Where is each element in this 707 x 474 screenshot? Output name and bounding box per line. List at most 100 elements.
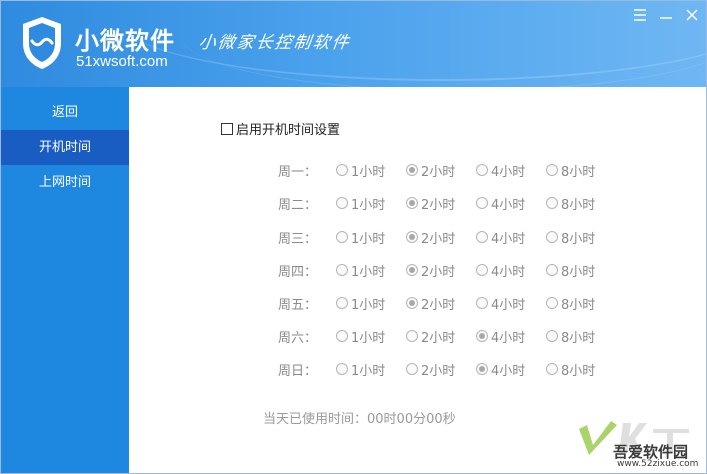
hour-option[interactable]: 4小时 bbox=[476, 360, 546, 379]
hour-option-label: 2小时 bbox=[421, 264, 456, 280]
sidebar-item-boot-time[interactable]: 开机时间 bbox=[1, 130, 129, 165]
day-row: 周一： 1小时 2小时 4小时 8小时 bbox=[278, 160, 616, 180]
hour-option[interactable]: 4小时 bbox=[476, 194, 546, 213]
hour-option-label: 4小时 bbox=[491, 231, 526, 247]
radio-button[interactable] bbox=[476, 197, 488, 209]
hour-option[interactable]: 4小时 bbox=[476, 294, 546, 313]
hour-option[interactable]: 2小时 bbox=[406, 161, 476, 180]
hour-option[interactable]: 2小时 bbox=[406, 228, 476, 247]
app-slogan: 小微家长控制软件 bbox=[197, 33, 353, 53]
radio-button[interactable] bbox=[406, 164, 418, 176]
day-row: 周四： 1小时 2小时 4小时 8小时 bbox=[278, 260, 616, 280]
radio-button[interactable] bbox=[336, 164, 348, 176]
hour-option-label: 2小时 bbox=[421, 197, 456, 213]
hour-option[interactable]: 1小时 bbox=[336, 294, 406, 313]
radio-button[interactable] bbox=[476, 164, 488, 176]
enable-label: 启用开机时间设置 bbox=[236, 123, 341, 138]
radio-button[interactable] bbox=[476, 330, 488, 342]
app-window: 小微软件 51xwsoft.com 小微家长控制软件 返回 开机时间 上网时间 … bbox=[0, 0, 707, 474]
hour-option-label: 4小时 bbox=[491, 197, 526, 213]
radio-button[interactable] bbox=[546, 330, 558, 342]
day-label: 周二： bbox=[278, 197, 318, 213]
hour-option[interactable]: 4小时 bbox=[476, 261, 546, 280]
hour-option[interactable]: 2小时 bbox=[406, 327, 476, 346]
sidebar-item-internet-time[interactable]: 上网时间 bbox=[1, 165, 129, 200]
enable-checkbox[interactable] bbox=[221, 122, 233, 135]
day-row: 周三： 1小时 2小时 4小时 8小时 bbox=[278, 227, 616, 247]
radio-button[interactable] bbox=[336, 330, 348, 342]
radio-button[interactable] bbox=[476, 297, 488, 309]
hour-option-label: 2小时 bbox=[421, 231, 456, 247]
hour-option-label: 8小时 bbox=[561, 330, 596, 346]
hour-option[interactable]: 4小时 bbox=[476, 161, 546, 180]
radio-button[interactable] bbox=[476, 231, 488, 243]
day-row: 周日： 1小时 2小时 4小时 8小时 bbox=[278, 359, 616, 379]
radio-button[interactable] bbox=[336, 297, 348, 309]
hour-option-label: 8小时 bbox=[561, 363, 596, 379]
hour-option-label: 8小时 bbox=[561, 231, 596, 247]
hour-option[interactable]: 1小时 bbox=[336, 194, 406, 213]
radio-button[interactable] bbox=[336, 231, 348, 243]
radio-button[interactable] bbox=[406, 363, 418, 375]
hour-option[interactable]: 8小时 bbox=[546, 327, 616, 346]
hour-option-label: 1小时 bbox=[351, 363, 386, 379]
radio-button[interactable] bbox=[546, 197, 558, 209]
radio-button[interactable] bbox=[476, 363, 488, 375]
hour-option-label: 1小时 bbox=[351, 297, 386, 313]
hour-option[interactable]: 2小时 bbox=[406, 261, 476, 280]
hour-option-label: 2小时 bbox=[421, 330, 456, 346]
day-label: 周四： bbox=[278, 264, 318, 280]
hour-option[interactable]: 8小时 bbox=[546, 294, 616, 313]
hour-option[interactable]: 1小时 bbox=[336, 161, 406, 180]
hour-option[interactable]: 1小时 bbox=[336, 360, 406, 379]
hour-option[interactable]: 2小时 bbox=[406, 294, 476, 313]
hour-option-label: 8小时 bbox=[561, 297, 596, 313]
radio-button[interactable] bbox=[406, 264, 418, 276]
hour-option-label: 1小时 bbox=[351, 197, 386, 213]
radio-button[interactable] bbox=[546, 363, 558, 375]
hour-option[interactable]: 8小时 bbox=[546, 261, 616, 280]
close-icon[interactable] bbox=[683, 6, 701, 24]
radio-button[interactable] bbox=[336, 264, 348, 276]
radio-button[interactable] bbox=[406, 231, 418, 243]
hour-option[interactable]: 8小时 bbox=[546, 228, 616, 247]
hour-option-label: 1小时 bbox=[351, 330, 386, 346]
radio-button[interactable] bbox=[336, 363, 348, 375]
hour-option[interactable]: 2小时 bbox=[406, 194, 476, 213]
hour-option-label: 4小时 bbox=[491, 164, 526, 180]
radio-button[interactable] bbox=[336, 197, 348, 209]
hour-option[interactable]: 8小时 bbox=[546, 360, 616, 379]
radio-button[interactable] bbox=[546, 297, 558, 309]
header-banner: 小微软件 51xwsoft.com 小微家长控制软件 bbox=[1, 1, 706, 87]
radio-button[interactable] bbox=[406, 330, 418, 342]
radio-button[interactable] bbox=[476, 264, 488, 276]
hour-option[interactable]: 8小时 bbox=[546, 161, 616, 180]
app-domain: 51xwsoft.com bbox=[76, 53, 168, 70]
enable-boot-time-setting[interactable]: 启用开机时间设置 bbox=[221, 119, 340, 138]
day-label: 周一： bbox=[278, 164, 318, 180]
radio-button[interactable] bbox=[406, 197, 418, 209]
menu-icon[interactable] bbox=[631, 6, 649, 24]
minimize-icon[interactable] bbox=[657, 6, 675, 24]
hour-option-label: 1小时 bbox=[351, 164, 386, 180]
hour-option-label: 2小时 bbox=[421, 164, 456, 180]
radio-button[interactable] bbox=[406, 297, 418, 309]
hour-option-label: 4小时 bbox=[491, 330, 526, 346]
radio-button[interactable] bbox=[546, 164, 558, 176]
used-time-status: 当天已使用时间：00时00分00秒 bbox=[263, 412, 456, 427]
radio-button[interactable] bbox=[546, 264, 558, 276]
radio-button[interactable] bbox=[546, 231, 558, 243]
hour-option[interactable]: 1小时 bbox=[336, 228, 406, 247]
shield-wave-icon bbox=[23, 17, 61, 69]
hour-option[interactable]: 2小时 bbox=[406, 360, 476, 379]
hour-option[interactable]: 8小时 bbox=[546, 194, 616, 213]
hour-option[interactable]: 4小时 bbox=[476, 327, 546, 346]
hour-option[interactable]: 1小时 bbox=[336, 327, 406, 346]
hour-option-label: 1小时 bbox=[351, 264, 386, 280]
day-label: 周六： bbox=[278, 330, 318, 346]
hour-option[interactable]: 4小时 bbox=[476, 228, 546, 247]
sidebar-item-back[interactable]: 返回 bbox=[1, 95, 129, 130]
hour-option-label: 8小时 bbox=[561, 197, 596, 213]
hour-option-label: 2小时 bbox=[421, 363, 456, 379]
hour-option[interactable]: 1小时 bbox=[336, 261, 406, 280]
